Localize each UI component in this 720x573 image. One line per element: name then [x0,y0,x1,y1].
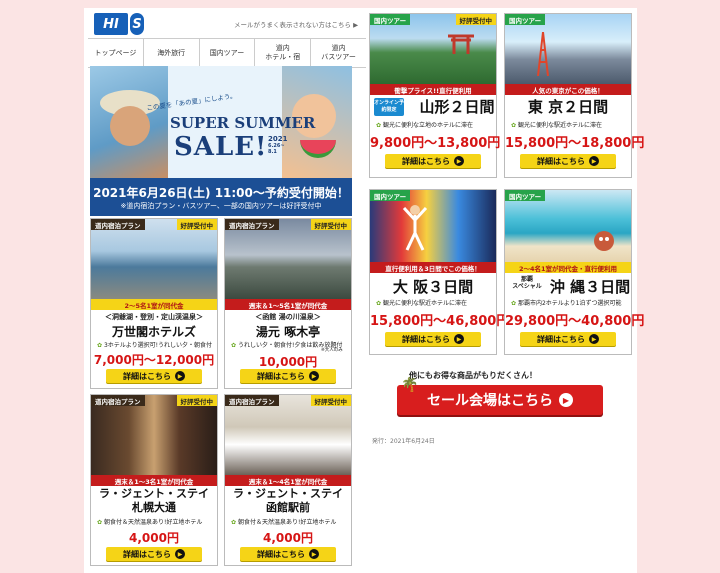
hero-dates: 2021 6.26~ 8.1 [268,135,288,156]
details-button[interactable]: 詳細はこちら ▶ [385,332,481,346]
nav-domestic-tour[interactable]: 国内ツアー [200,39,256,67]
issue-date: 発行：2021年6月24日 [372,438,435,445]
newsletter-page: HI S メールがうまく表示されない方はこちら ▶ トップページ 海外旅行 国内… [84,8,644,573]
hero-announcement: 2021年6月26日(土) 11:00～予約受付開始！ ※道内宿泊プラン・バスツ… [90,178,352,216]
his-logo[interactable]: HI S [94,13,144,35]
sale-venue-button[interactable]: 🌴 セール会場はこちら ▶ [397,377,603,415]
yamagata-photo: 国内ツアー 好評受付中 [370,14,496,84]
hotel-photo: 道内宿泊プラン 好評受付中 [225,219,351,299]
tour-card-tokyo[interactable]: 国内ツアー 人気の東京がこの価格！ 東 京２日間 ✿ 観光に便利な駅近ホテルに滞… [504,13,644,178]
hotel-card-manseikaku[interactable]: 道内宿泊プラン 好評受付中 2～5名1室が同代金 ＜洞爺湖・登別・定山渓温泉＞ … [90,218,218,389]
summer-sale-banner[interactable]: この夏を「あの夏」にしよう。 SUPER SUMMER SALE! 2021 6.… [90,66,352,216]
glico-icon [402,205,428,251]
okinawa-photo: 国内ツアー [505,190,631,262]
hotel-card-takubokutei[interactable]: 道内宿泊プラン 好評受付中 週末＆1～5名1室が同代金 ＜函館 湯の川温泉＞ 湯… [224,218,352,389]
beach-icon [594,231,614,251]
hotel-card-sapporo[interactable]: 道内宿泊プラン 好評受付中 週末＆1～3名1室が同代金 ラ・ジェント・ステイ 札… [90,394,218,566]
nav-overseas[interactable]: 海外旅行 [144,39,200,67]
details-button[interactable]: 詳細はこちら ▶ [520,154,616,168]
palm-tree-icon: 🌴 [401,377,419,393]
top-nav: トップページ 海外旅行 国内ツアー 道内 ホテル・宿 道内 バスツアー [88,38,366,68]
details-button[interactable]: 詳細はこちら ▶ [240,547,336,561]
nav-hokkaido-bus[interactable]: 道内 バスツアー [311,39,366,67]
hero-title-sale: SALE! [174,132,268,162]
torii-icon [448,34,474,54]
arrow-right-icon: ▶ [559,393,573,407]
details-button[interactable]: 詳細はこちら ▶ [106,369,202,383]
hotel-photo: 道内宿泊プラン 好評受付中 [225,395,351,475]
tour-card-yamagata[interactable]: 国内ツアー 好評受付中 衝撃プライス!!直行便利用 オンライン予約限定 山形２日… [369,13,500,178]
tour-card-okinawa[interactable]: 国内ツアー 2～4名1室が同代金・直行便利用 那覇 スペシャル 沖 縄３日間 ✿… [504,189,644,355]
nav-top-page[interactable]: トップページ [88,39,144,67]
hero-title: SUPER SUMMER [170,114,316,132]
hotel-photo: 道内宿泊プラン 好評受付中 [91,219,217,299]
tokyo-photo: 国内ツアー [505,14,631,84]
hotel-card-hakodate[interactable]: 道内宿泊プラン 好評受付中 週末＆1～4名1室が同代金 ラ・ジェント・ステイ 函… [224,394,352,566]
nav-hokkaido-hotel[interactable]: 道内 ホテル・宿 [255,39,312,67]
tour-card-osaka[interactable]: 国内ツアー 直行便利用＆3日間でこの価格！ 大 阪３日間 ✿ 観光に便利な駅近ホ… [369,189,509,355]
details-button[interactable]: 詳細はこちら ▶ [385,154,481,168]
details-button[interactable]: 詳細はこちら ▶ [240,369,336,383]
more-deals-note: 他にもお得な商品がもりだくさん！ [409,371,537,380]
web-view-link[interactable]: メールがうまく表示されない方はこちら ▶ [234,19,358,29]
osaka-photo: 国内ツアー [370,190,496,262]
details-button[interactable]: 詳細はこちら ▶ [106,547,202,561]
hotel-photo: 道内宿泊プラン 好評受付中 [91,395,217,475]
details-button[interactable]: 詳細はこちら ▶ [520,332,616,346]
tower-icon [537,32,549,76]
woman-photo [90,66,168,178]
